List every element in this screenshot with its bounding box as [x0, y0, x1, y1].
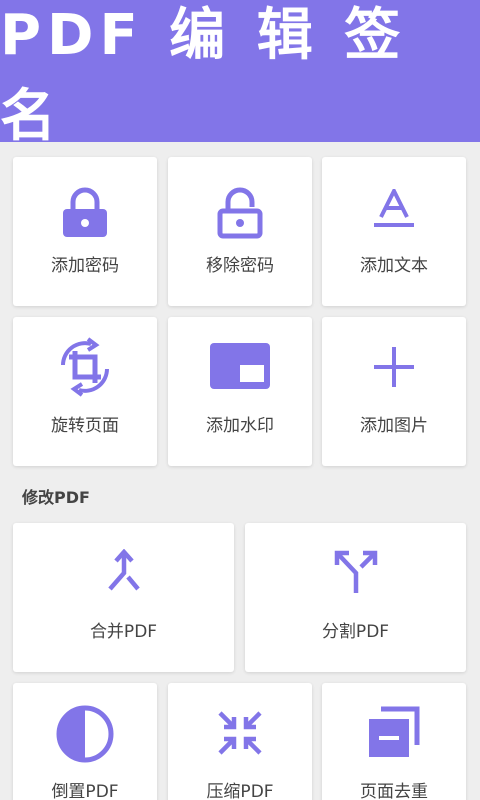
- split-icon: [333, 549, 379, 595]
- remove-duplicate-pages-label: 页面去重: [360, 782, 428, 800]
- plus-icon: [374, 347, 414, 387]
- split-pdf-card[interactable]: 分割PDF: [245, 523, 466, 672]
- app-header: PDF 编 辑 签 名: [0, 0, 480, 149]
- duplicate-pages-icon: [367, 705, 421, 759]
- section-title-modify: 修改PDF: [22, 488, 90, 507]
- invert-icon: [56, 705, 114, 763]
- text-icon: [372, 189, 416, 229]
- rotate-page-card[interactable]: 旋转页面: [13, 317, 157, 466]
- lock-icon: [61, 187, 109, 239]
- add-password-label: 添加密码: [51, 256, 119, 276]
- add-text-card[interactable]: 添加文本: [322, 157, 466, 306]
- merge-pdf-label: 合并PDF: [89, 622, 158, 642]
- split-pdf-label: 分割PDF: [321, 622, 390, 642]
- add-watermark-card[interactable]: 添加水印: [168, 317, 312, 466]
- merge-pdf-card[interactable]: 合并PDF: [13, 523, 234, 672]
- remove-password-label: 移除密码: [206, 256, 274, 276]
- watermark-icon: [210, 343, 270, 389]
- add-image-label: 添加图片: [360, 416, 428, 436]
- invert-pdf-label: 倒置PDF: [51, 782, 119, 800]
- compress-pdf-label: 压缩PDF: [206, 782, 274, 800]
- remove-password-card[interactable]: 移除密码: [168, 157, 312, 306]
- add-text-label: 添加文本: [360, 256, 428, 276]
- compress-pdf-card[interactable]: 压缩PDF: [168, 683, 312, 800]
- page-title: PDF 编 辑 签 名: [0, 3, 407, 149]
- add-image-card[interactable]: 添加图片: [322, 317, 466, 466]
- unlock-icon: [216, 187, 264, 239]
- rotate-crop-icon: [53, 335, 117, 399]
- rotate-page-label: 旋转页面: [51, 416, 119, 436]
- add-watermark-label: 添加水印: [206, 416, 274, 436]
- remove-duplicate-pages-card[interactable]: 页面去重: [322, 683, 466, 800]
- merge-icon: [104, 549, 144, 593]
- compress-icon: [216, 709, 264, 757]
- add-password-card[interactable]: 添加密码: [13, 157, 157, 306]
- invert-pdf-card[interactable]: 倒置PDF: [13, 683, 157, 800]
